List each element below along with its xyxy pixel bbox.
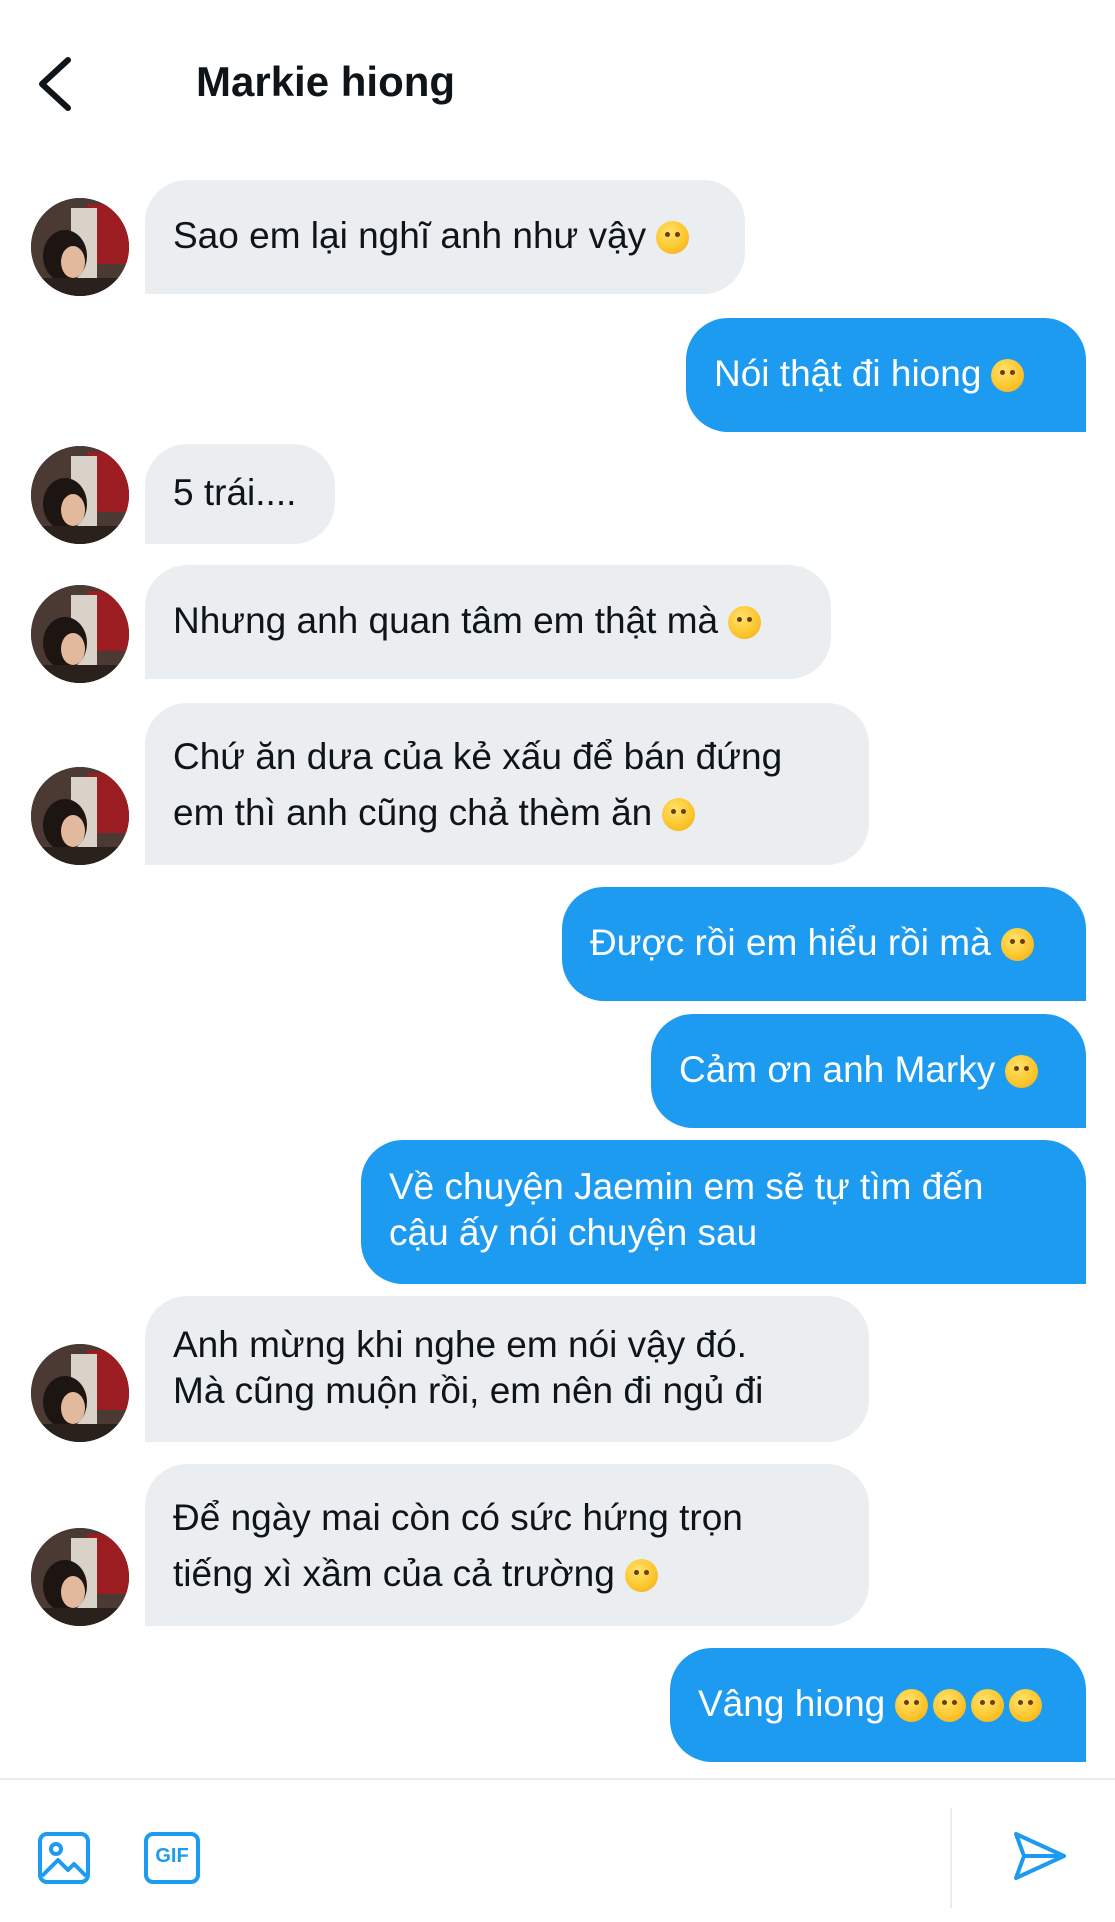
message-bubble[interactable]: Nói thật đi hiong bbox=[686, 318, 1086, 432]
send-icon bbox=[1014, 1832, 1066, 1880]
confounded-face-icon bbox=[1009, 1689, 1043, 1722]
message-text-line: Chứ ăn dưa của kẻ xấu để bán đứng bbox=[173, 736, 783, 777]
message-text: Nhưng anh quan tâm em thật mà bbox=[173, 600, 719, 641]
angry-face-icon bbox=[656, 221, 690, 254]
message-text-line: tiếng xì xầm của cả trường bbox=[173, 1553, 615, 1594]
add-gif-button[interactable]: GIF bbox=[142, 1830, 202, 1886]
composer-divider bbox=[950, 1808, 952, 1908]
message-bubble[interactable]: Cảm ơn anh Marky bbox=[651, 1014, 1086, 1128]
message-bubble[interactable]: Được rồi em hiểu rồi mà bbox=[562, 887, 1086, 1001]
message-text: Cảm ơn anh Marky bbox=[679, 1049, 996, 1090]
gif-label: GIF bbox=[155, 1845, 189, 1867]
send-button[interactable] bbox=[1010, 1826, 1070, 1886]
message-text-line: Mà cũng muộn rồi, em nên đi ngủ đi bbox=[173, 1370, 764, 1411]
message-text: Được rồi em hiểu rồi mà bbox=[590, 922, 991, 963]
message-text: 5 trái.... bbox=[173, 472, 297, 513]
message-text-line: Anh mừng khi nghe em nói vậy đó. bbox=[173, 1324, 747, 1365]
confounded-face-icon bbox=[895, 1689, 929, 1722]
message-bubble[interactable]: 5 trái.... bbox=[145, 444, 335, 544]
confounded-face-icon bbox=[971, 1689, 1005, 1722]
pleading-face-icon bbox=[728, 606, 762, 639]
unamused-face-icon bbox=[991, 359, 1025, 392]
message-bubble[interactable]: Chứ ăn dưa của kẻ xấu để bán đứng em thì… bbox=[145, 703, 869, 865]
message-bubble[interactable]: Anh mừng khi nghe em nói vậy đó. Mà cũng… bbox=[145, 1296, 869, 1442]
message-bubble[interactable]: Vâng hiong bbox=[670, 1648, 1086, 1762]
avatar[interactable] bbox=[31, 1344, 129, 1442]
avatar[interactable] bbox=[31, 446, 129, 544]
message-text-line: Về chuyện Jaemin em sẽ tự tìm đến bbox=[389, 1166, 984, 1207]
message-text-line: em thì anh cũng chả thèm ăn bbox=[173, 792, 653, 833]
avatar[interactable] bbox=[31, 585, 129, 683]
message-bubble[interactable]: Sao em lại nghĩ anh như vậy bbox=[145, 180, 745, 294]
avatar[interactable] bbox=[31, 767, 129, 865]
message-bubble[interactable]: Để ngày mai còn có sức hứng trọn tiếng x… bbox=[145, 1464, 869, 1626]
message-text-line: cậu ấy nói chuyện sau bbox=[389, 1212, 758, 1253]
message-composer: GIF bbox=[0, 1778, 1115, 1922]
message-text: Nói thật đi hiong bbox=[714, 353, 982, 394]
message-text-line: Để ngày mai còn có sức hứng trọn bbox=[173, 1497, 743, 1538]
message-bubble[interactable]: Về chuyện Jaemin em sẽ tự tìm đến cậu ấy… bbox=[361, 1140, 1086, 1284]
face-with-steam-from-nose-icon bbox=[662, 798, 696, 831]
face-with-tears-of-joy-icon bbox=[624, 1559, 658, 1592]
confounded-face-icon bbox=[933, 1689, 967, 1722]
avatar[interactable] bbox=[31, 198, 129, 296]
message-bubble[interactable]: Nhưng anh quan tâm em thật mà bbox=[145, 565, 831, 679]
avatar[interactable] bbox=[31, 1528, 129, 1626]
face-with-tears-of-joy-icon bbox=[1000, 928, 1034, 961]
message-thread: Sao em lại nghĩ anh như vậy Nói thật đi … bbox=[0, 0, 1115, 1920]
image-icon bbox=[38, 1832, 90, 1884]
message-text: Sao em lại nghĩ anh như vậy bbox=[173, 215, 647, 256]
message-text: Vâng hiong bbox=[698, 1683, 886, 1724]
smiling-face-icon bbox=[1005, 1055, 1039, 1088]
add-image-button[interactable] bbox=[36, 1830, 92, 1886]
